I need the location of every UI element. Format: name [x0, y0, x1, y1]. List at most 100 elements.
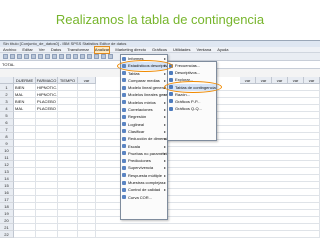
empty-cells[interactable]: [96, 224, 320, 231]
open-icon[interactable]: [3, 54, 8, 59]
goto-case-icon[interactable]: [45, 54, 50, 59]
table-cell[interactable]: [14, 196, 36, 203]
table-cell[interactable]: [58, 133, 78, 140]
table-cell[interactable]: [78, 105, 96, 112]
row-number[interactable]: 12: [0, 161, 14, 168]
row-number[interactable]: 14: [0, 175, 14, 182]
analyze-menu-item[interactable]: Tablas ▸: [121, 70, 167, 77]
row-number[interactable]: 16: [0, 189, 14, 196]
column-header[interactable]: DUERME: [14, 77, 36, 84]
table-cell[interactable]: [14, 119, 36, 126]
table-cell[interactable]: [58, 224, 78, 231]
analyze-menu-item[interactable]: Regresión ▸: [121, 113, 167, 120]
goto-variable-icon[interactable]: [52, 54, 57, 59]
menu-4[interactable]: Transformar: [67, 47, 89, 53]
value-labels-icon[interactable]: [108, 54, 113, 59]
row-number[interactable]: 6: [0, 119, 14, 126]
table-cell[interactable]: [78, 140, 96, 147]
right-column-header[interactable]: var: [288, 77, 304, 84]
save-icon[interactable]: [10, 54, 15, 59]
table-cell[interactable]: [36, 154, 58, 161]
table-cell[interactable]: [14, 154, 36, 161]
analyze-menu-item[interactable]: Modelo lineal general ▸: [121, 84, 167, 91]
menu-2[interactable]: Ver: [39, 47, 45, 53]
table-cell[interactable]: [36, 133, 58, 140]
table-cell[interactable]: [36, 231, 58, 238]
weight-cases-icon[interactable]: [94, 54, 99, 59]
table-cell[interactable]: [58, 203, 78, 210]
analyze-menu-item[interactable]: Supervivencia ▸: [121, 164, 167, 171]
table-cell[interactable]: [14, 126, 36, 133]
right-column-header[interactable]: var: [256, 77, 272, 84]
submenu-item[interactable]: Gráficos Q-Q...: [168, 105, 216, 112]
table-cell[interactable]: [36, 119, 58, 126]
table-cell[interactable]: [78, 91, 96, 98]
table-cell[interactable]: [78, 112, 96, 119]
submenu-item[interactable]: Gráficos P-P...: [168, 98, 216, 105]
menu-3[interactable]: Datos: [51, 47, 61, 53]
table-cell[interactable]: [58, 189, 78, 196]
table-cell[interactable]: [78, 203, 96, 210]
table-cell[interactable]: BIEN: [14, 98, 36, 105]
print-icon[interactable]: [17, 54, 22, 59]
table-cell[interactable]: [36, 196, 58, 203]
table-cell[interactable]: [14, 210, 36, 217]
analyze-menu-item[interactable]: Reducción de dimensiones▸: [121, 135, 167, 142]
submenu-item[interactable]: Razón...: [168, 91, 216, 98]
table-cell[interactable]: PLACEBO: [36, 105, 58, 112]
right-column-header[interactable]: var: [272, 77, 288, 84]
table-cell[interactable]: HIPNOTIC...: [36, 84, 58, 91]
table-cell[interactable]: [14, 217, 36, 224]
row-number[interactable]: 1: [0, 84, 14, 91]
table-cell[interactable]: [36, 224, 58, 231]
table-cell[interactable]: [58, 210, 78, 217]
row-number[interactable]: 20: [0, 217, 14, 224]
table-cell[interactable]: [78, 224, 96, 231]
menu-8[interactable]: Utilidades: [173, 47, 191, 53]
select-cases-icon[interactable]: [101, 54, 106, 59]
table-cell[interactable]: [58, 168, 78, 175]
row-number[interactable]: 9: [0, 140, 14, 147]
insert-variable-icon[interactable]: [80, 54, 85, 59]
table-cell[interactable]: MAL: [14, 91, 36, 98]
column-header[interactable]: var: [78, 77, 96, 84]
table-cell[interactable]: [14, 182, 36, 189]
row-number[interactable]: 18: [0, 203, 14, 210]
menu-10[interactable]: Ayuda: [217, 47, 228, 53]
table-cell[interactable]: [36, 203, 58, 210]
undo-icon[interactable]: [31, 54, 36, 59]
right-column-header[interactable]: var: [240, 77, 256, 84]
split-file-icon[interactable]: [87, 54, 92, 59]
analyze-menu-item[interactable]: Estadísticos descriptivos▸: [121, 62, 167, 70]
menu-1[interactable]: Editar: [22, 47, 32, 53]
table-cell[interactable]: [14, 133, 36, 140]
menu-7[interactable]: Gráficos: [152, 47, 167, 53]
find-icon[interactable]: [66, 54, 71, 59]
table-cell[interactable]: [36, 168, 58, 175]
table-cell[interactable]: [58, 126, 78, 133]
table-cell[interactable]: [58, 182, 78, 189]
table-cell[interactable]: [36, 161, 58, 168]
table-cell[interactable]: [58, 147, 78, 154]
table-cell[interactable]: [36, 140, 58, 147]
row-number[interactable]: 22: [0, 231, 14, 238]
table-cell[interactable]: [14, 161, 36, 168]
table-cell[interactable]: [14, 231, 36, 238]
table-cell[interactable]: [58, 105, 78, 112]
analyze-menu-item[interactable]: Escala ▸: [121, 143, 167, 150]
table-cell[interactable]: [78, 231, 96, 238]
table-cell[interactable]: [36, 147, 58, 154]
insert-cases-icon[interactable]: [73, 54, 78, 59]
row-number[interactable]: 15: [0, 182, 14, 189]
submenu-item[interactable]: Tablas de contingencia...: [168, 83, 216, 91]
table-cell[interactable]: [58, 175, 78, 182]
table-cell[interactable]: [14, 147, 36, 154]
table-cell[interactable]: [58, 140, 78, 147]
menu-6[interactable]: Marketing directo: [115, 47, 146, 53]
table-cell[interactable]: [58, 217, 78, 224]
row-number[interactable]: 21: [0, 224, 14, 231]
column-header[interactable]: FARMACO: [36, 77, 58, 84]
row-number[interactable]: 7: [0, 126, 14, 133]
table-cell[interactable]: [58, 154, 78, 161]
row-number[interactable]: 17: [0, 196, 14, 203]
